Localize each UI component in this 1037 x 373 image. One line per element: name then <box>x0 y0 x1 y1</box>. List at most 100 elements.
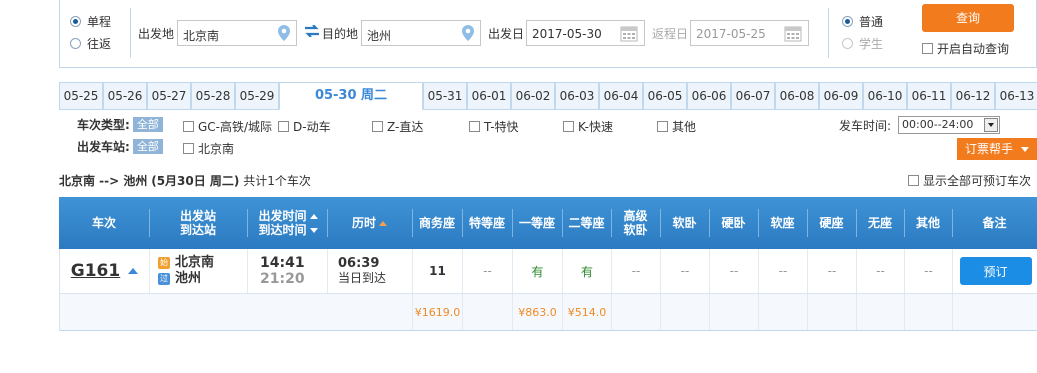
duration-value: 06:39 <box>338 256 380 271</box>
filter-gc[interactable]: GC-高铁/城际 <box>183 118 272 135</box>
filter-other-checkbox[interactable] <box>657 121 668 132</box>
show-all-toggle[interactable]: 显示全部可预订车次 <box>908 172 1031 189</box>
date-tab[interactable]: 06-02 <box>511 82 555 110</box>
station-filter: 出发车站: 全部 <box>77 138 171 155</box>
col-duration-sort[interactable]: 历时 <box>327 197 412 249</box>
passenger-type-student[interactable]: 学生 <box>842 32 912 54</box>
filter-other-label: 其他 <box>672 120 697 134</box>
booking-helper-button[interactable]: 订票帮手 <box>957 138 1037 160</box>
date-tab[interactable]: 06-08 <box>775 82 819 110</box>
to-station-field[interactable]: 池州 <box>361 20 481 46</box>
soft-sleeper-price <box>661 294 710 330</box>
train-type-filter: 车次类型: 全部 <box>77 116 171 133</box>
price-row-spacer <box>60 294 413 330</box>
show-all-checkbox[interactable] <box>908 175 919 186</box>
calendar-icon[interactable] <box>620 24 638 42</box>
date-tab[interactable]: 06-12 <box>951 82 995 110</box>
premium-sleeper-price <box>612 294 661 330</box>
search-panel: 单程 往返 出发地 北京南 目的地 池州 出发日 2017-05-30 返程日 … <box>59 0 1037 68</box>
filter-t-checkbox[interactable] <box>469 121 480 132</box>
filter-d[interactable]: D-动车 <box>278 118 331 135</box>
date-tab-selected[interactable]: 05-30 周二 <box>279 82 423 110</box>
date-tab[interactable]: 06-06 <box>687 82 731 110</box>
date-tab[interactable]: 05-28 <box>191 82 235 110</box>
return-date-field[interactable]: 2017-05-25 <box>690 20 809 46</box>
radio-adult[interactable] <box>842 15 853 27</box>
depart-date-value: 2017-05-30 <box>532 27 602 41</box>
col-special: 特等座 <box>468 216 505 230</box>
filter-d-label: D-动车 <box>293 120 331 134</box>
depart-date-field[interactable]: 2017-05-30 <box>526 20 645 46</box>
date-tab[interactable]: 05-27 <box>147 82 191 110</box>
to-station-name: 池州 <box>175 271 202 286</box>
swap-icon[interactable] <box>305 25 319 37</box>
filter-k[interactable]: K-快速 <box>563 118 613 135</box>
depart-time-label: 发车时间: <box>839 118 892 133</box>
col-arrive-time-label: 到达时间 <box>258 223 307 237</box>
chevron-down-icon[interactable] <box>984 118 999 132</box>
date-tab[interactable]: 05-26 <box>103 82 147 110</box>
depart-time: 14:41 <box>260 255 305 271</box>
trip-type-oneway[interactable]: 单程 <box>70 10 130 32</box>
location-pin-icon[interactable] <box>462 25 474 41</box>
second-seat-count[interactable]: 有 <box>563 249 612 293</box>
date-tab[interactable]: 06-04 <box>599 82 643 110</box>
col-times-sort[interactable]: 出发时间 到达时间 <box>249 197 327 249</box>
date-tab[interactable]: 06-09 <box>819 82 863 110</box>
query-button[interactable]: 查询 <box>922 4 1014 32</box>
calendar-icon[interactable] <box>784 24 802 42</box>
filter-k-checkbox[interactable] <box>563 121 574 132</box>
train-type-all-button[interactable]: 全部 <box>132 117 163 132</box>
expand-stops-icon[interactable] <box>128 268 139 274</box>
soft-seat-price <box>759 294 808 330</box>
col-no-seat: 无座 <box>867 216 892 230</box>
col-arrive-time: 到达时间 <box>258 223 318 237</box>
col-depart-time-label: 出发时间 <box>258 209 307 223</box>
train-number-link[interactable]: G161 <box>71 261 120 281</box>
filter-gc-label: GC-高铁/城际 <box>198 120 273 134</box>
date-tab[interactable]: 06-07 <box>731 82 775 110</box>
date-tab[interactable]: 06-03 <box>555 82 599 110</box>
trip-type-group: 单程 往返 <box>70 10 130 54</box>
no-seat-price <box>857 294 905 330</box>
filter-z[interactable]: Z-直达 <box>372 118 423 135</box>
filter-d-checkbox[interactable] <box>278 121 289 132</box>
from-station-field[interactable]: 北京南 <box>177 20 297 46</box>
sort-desc-icon <box>309 228 318 233</box>
filter-t[interactable]: T-特快 <box>469 118 519 135</box>
date-tab[interactable]: 06-11 <box>907 82 951 110</box>
train-type-label: 车次类型: <box>77 118 130 132</box>
date-tab[interactable]: 05-29 <box>235 82 279 110</box>
passenger-type-adult[interactable]: 普通 <box>842 10 912 32</box>
date-tab[interactable]: 06-10 <box>863 82 907 110</box>
passenger-type-student-label: 学生 <box>859 36 884 51</box>
passenger-type-group: 普通 学生 <box>842 10 912 54</box>
col-other: 其他 <box>915 216 940 230</box>
date-tab[interactable]: 06-05 <box>643 82 687 110</box>
date-tab[interactable]: 05-25 <box>59 82 103 110</box>
radio-student[interactable] <box>842 37 853 49</box>
auto-query-toggle[interactable]: 开启自动查询 <box>922 40 1009 57</box>
station-all-button[interactable]: 全部 <box>132 139 163 154</box>
business-seat-count[interactable]: 11 <box>413 249 463 293</box>
from-station-value: 北京南 <box>183 29 220 43</box>
location-pin-icon[interactable] <box>278 25 290 41</box>
filter-gc-checkbox[interactable] <box>183 121 194 132</box>
station-filter-label: 出发车站: <box>77 140 130 154</box>
filter-station-beijingnan[interactable]: 北京南 <box>183 140 234 157</box>
trip-type-roundtrip[interactable]: 往返 <box>70 32 130 54</box>
col-hard-seat: 硬座 <box>819 216 844 230</box>
filter-other[interactable]: 其他 <box>657 118 696 135</box>
date-tab[interactable]: 05-31 <box>423 82 467 110</box>
date-tab[interactable]: 06-13 <box>995 82 1037 110</box>
book-button[interactable]: 预订 <box>959 257 1032 285</box>
depart-time-select[interactable]: 00:00--24:00 <box>898 116 1001 134</box>
radio-roundtrip[interactable] <box>70 37 81 49</box>
first-seat-count[interactable]: 有 <box>513 249 563 293</box>
radio-oneway[interactable] <box>70 15 81 27</box>
date-tab[interactable]: 06-01 <box>467 82 511 110</box>
auto-query-checkbox[interactable] <box>922 43 933 54</box>
filter-station-checkbox[interactable] <box>183 143 194 154</box>
filter-k-label: K-快速 <box>578 120 613 134</box>
filter-z-checkbox[interactable] <box>372 121 383 132</box>
